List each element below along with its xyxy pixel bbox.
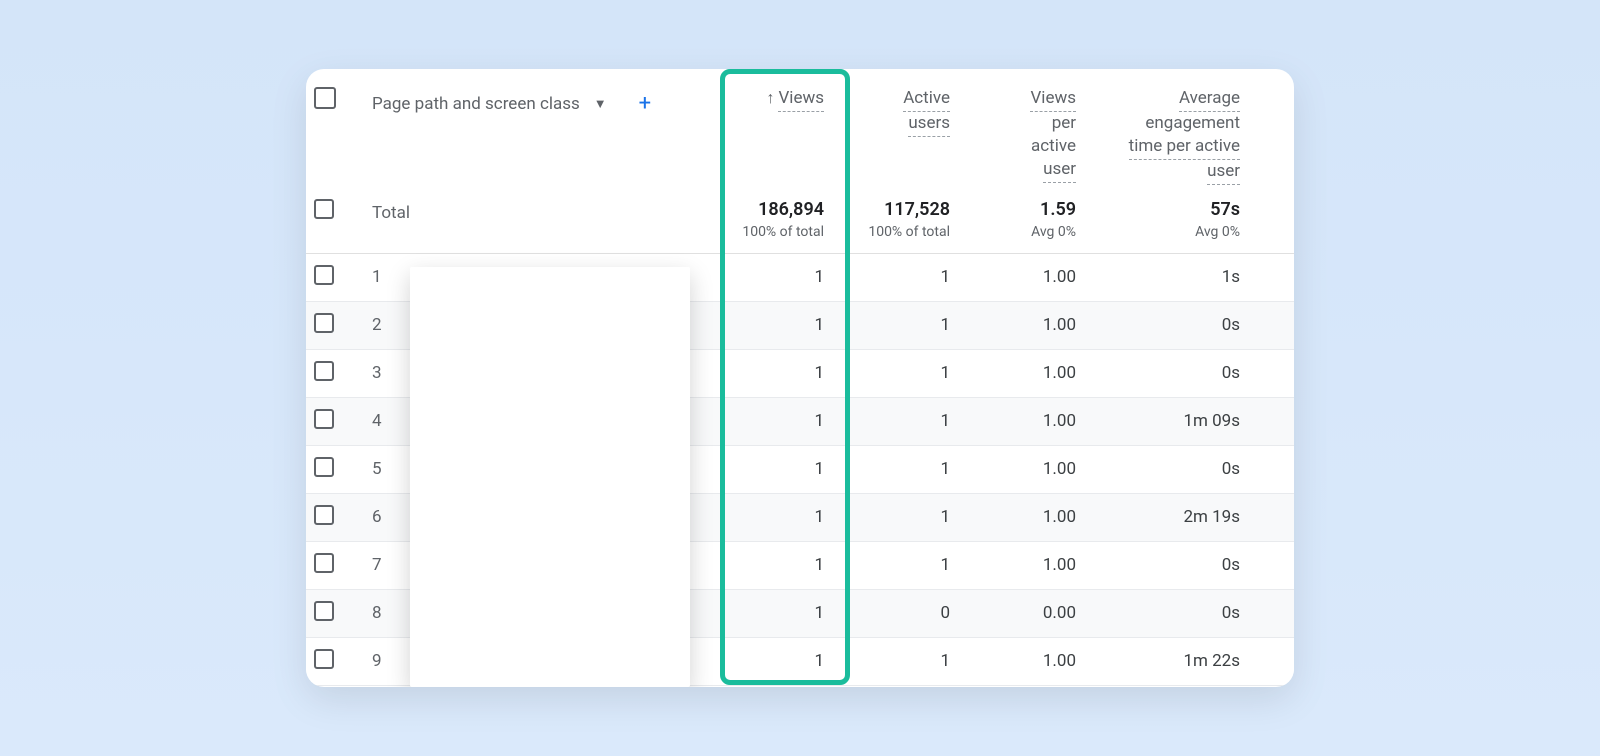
total-aet-value: 57s: [1092, 199, 1240, 220]
row-checkbox[interactable]: [314, 601, 334, 621]
row-views-per-active-user: 1.00: [958, 637, 1084, 685]
row-active-users: 1: [832, 397, 958, 445]
row-active-users: 1: [832, 349, 958, 397]
row-active-users: 1: [832, 493, 958, 541]
popup-card: [410, 267, 690, 687]
total-vpau-sub: Avg 0%: [966, 224, 1076, 240]
total-views-sub: 100% of total: [708, 224, 824, 240]
row-checkbox[interactable]: [314, 553, 334, 573]
row-avg-engagement-time: 0s: [1084, 349, 1248, 397]
row-checkbox[interactable]: [314, 505, 334, 525]
row-checkbox[interactable]: [314, 313, 334, 333]
col-header-views[interactable]: ↑Views: [700, 69, 832, 189]
col-header-avg-engagement[interactable]: Average engagement time per active user: [1084, 69, 1248, 189]
row-rank: 5: [364, 445, 404, 493]
row-rank: 7: [364, 541, 404, 589]
row-views: 1: [700, 397, 832, 445]
add-dimension-button[interactable]: +: [639, 91, 651, 116]
row-active-users: 1: [832, 301, 958, 349]
row-checkbox[interactable]: [314, 199, 334, 219]
row-views-per-active-user: 0.00: [958, 589, 1084, 637]
col-header-views-per-active-user[interactable]: Views per active user: [958, 69, 1084, 189]
total-aet-sub: Avg 0%: [1092, 224, 1240, 240]
select-all-checkbox[interactable]: [314, 87, 336, 109]
row-views: 1: [700, 349, 832, 397]
row-active-users: 1: [832, 253, 958, 301]
row-avg-engagement-time: 1s: [1084, 253, 1248, 301]
total-vpau-value: 1.59: [966, 199, 1076, 220]
row-views: 1: [700, 301, 832, 349]
row-views: 1: [700, 589, 832, 637]
row-avg-engagement-time: 0s: [1084, 589, 1248, 637]
row-checkbox[interactable]: [314, 361, 334, 381]
header-checkbox-cell: [306, 69, 364, 189]
row-views: 1: [700, 637, 832, 685]
row-views-per-active-user: 1.00: [958, 397, 1084, 445]
row-views: 1: [700, 445, 832, 493]
row-views-per-active-user: 1.00: [958, 493, 1084, 541]
row-avg-engagement-time: 0s: [1084, 541, 1248, 589]
total-views-value: 186,894: [708, 199, 824, 220]
row-views-per-active-user: 1.00: [958, 253, 1084, 301]
row-views: 1: [700, 541, 832, 589]
total-label: Total: [372, 199, 692, 223]
row-active-users: 0: [832, 589, 958, 637]
row-rank: 4: [364, 397, 404, 445]
row-views-per-active-user: 1.00: [958, 445, 1084, 493]
total-row: Total 186,894 100% of total 117,528 100%…: [306, 189, 1294, 253]
row-checkbox[interactable]: [314, 409, 334, 429]
dimension-header: Page path and screen class ▼ +: [364, 69, 700, 189]
row-views-per-active-user: 1.00: [958, 349, 1084, 397]
row-checkbox[interactable]: [314, 457, 334, 477]
row-active-users: 1: [832, 445, 958, 493]
row-avg-engagement-time: 2m 19s: [1084, 493, 1248, 541]
row-avg-engagement-time: 0s: [1084, 301, 1248, 349]
total-active-users-value: 117,528: [840, 199, 950, 220]
row-views: 1: [700, 493, 832, 541]
row-views: 1: [700, 253, 832, 301]
row-rank: 3: [364, 349, 404, 397]
row-checkbox[interactable]: [314, 649, 334, 669]
row-rank: 8: [364, 589, 404, 637]
dimension-selector[interactable]: Page path and screen class: [372, 94, 580, 114]
row-avg-engagement-time: 0s: [1084, 445, 1248, 493]
row-views-per-active-user: 1.00: [958, 541, 1084, 589]
row-rank: 2: [364, 301, 404, 349]
row-rank: 1: [364, 253, 404, 301]
chevron-down-icon[interactable]: ▼: [594, 96, 607, 112]
row-rank: 9: [364, 637, 404, 685]
row-checkbox[interactable]: [314, 265, 334, 285]
row-rank: 6: [364, 493, 404, 541]
sort-ascending-icon: ↑: [766, 88, 774, 107]
row-active-users: 1: [832, 637, 958, 685]
col-header-active-users[interactable]: Active users: [832, 69, 958, 189]
total-active-users-sub: 100% of total: [840, 224, 950, 240]
row-avg-engagement-time: 1m 09s: [1084, 397, 1248, 445]
row-avg-engagement-time: 1m 22s: [1084, 637, 1248, 685]
row-active-users: 1: [832, 541, 958, 589]
report-panel: Page path and screen class ▼ + ↑Views Ac…: [306, 69, 1294, 687]
row-views-per-active-user: 1.00: [958, 301, 1084, 349]
